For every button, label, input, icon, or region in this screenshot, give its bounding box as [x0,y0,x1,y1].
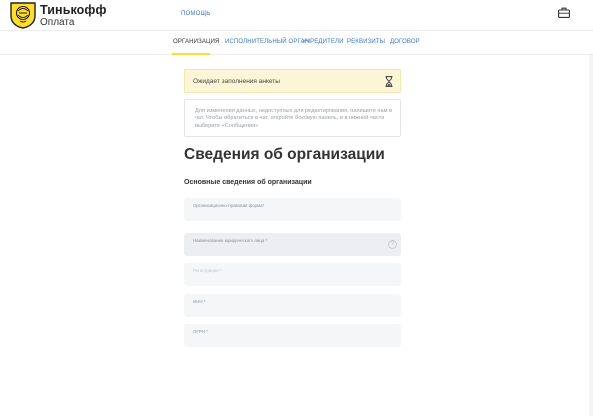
inn-field[interactable]: ИНН * [184,294,401,317]
info-text: Для изменения данных, недоступных для ре… [195,108,392,129]
hourglass-icon [385,76,393,87]
help-link[interactable]: ПОМОЩЬ [181,11,210,17]
tab-executive-body[interactable]: ИСПОЛНИТЕЛЬНЫЙ ОРГАН [225,39,309,45]
registration-field[interactable]: Регистрация * [184,263,401,286]
active-tab-indicator [172,53,210,55]
tinkoff-emblem-icon [10,2,36,29]
page-title: Сведения об организации [184,146,385,163]
ogrn-label: ОГРН * [193,329,208,334]
briefcase-icon[interactable] [558,7,570,18]
legal-entity-name-label: Наименование юридического лица * [193,238,268,243]
tab-bar: ОРГАНИЗАЦИЯ ИСПОЛНИТЕЛЬНЫЙ ОРГАН УЧРЕДИТ… [0,31,593,55]
info-box: Для изменения данных, недоступных для ре… [184,99,401,137]
inn-label: ИНН * [193,299,206,304]
brand-logo[interactable]: Тинькофф Оплата [8,1,128,29]
tab-organization[interactable]: ОРГАНИЗАЦИЯ [173,39,220,45]
scrollbar[interactable] [589,55,593,416]
legal-form-label: Организационно-правовая форма* [193,203,265,208]
tab-founders[interactable]: УЧРЕДИТЕЛИ [302,39,344,45]
brand-title: Тинькофф [40,3,107,17]
ogrn-field[interactable]: ОГРН * [184,324,401,347]
question-icon[interactable]: ? [388,240,397,249]
legal-entity-name-field[interactable]: Наименование юридического лица * ? [184,233,401,256]
legal-form-field[interactable]: Организационно-правовая форма* [184,198,401,221]
tab-contract[interactable]: ДОГОВОР [390,39,420,45]
registration-label: Регистрация * [193,268,222,273]
section-title: Основные сведения об организации [184,179,312,186]
tab-requisites[interactable]: РЕКВИЗИТЫ [347,39,385,45]
top-header: Тинькофф Оплата ПОМОЩЬ [0,0,593,31]
status-notice: Ожидает заполнения анкеты [184,69,401,93]
status-notice-text: Ожидает заполнения анкеты [193,78,280,85]
brand-subtitle: Оплата [40,17,75,28]
